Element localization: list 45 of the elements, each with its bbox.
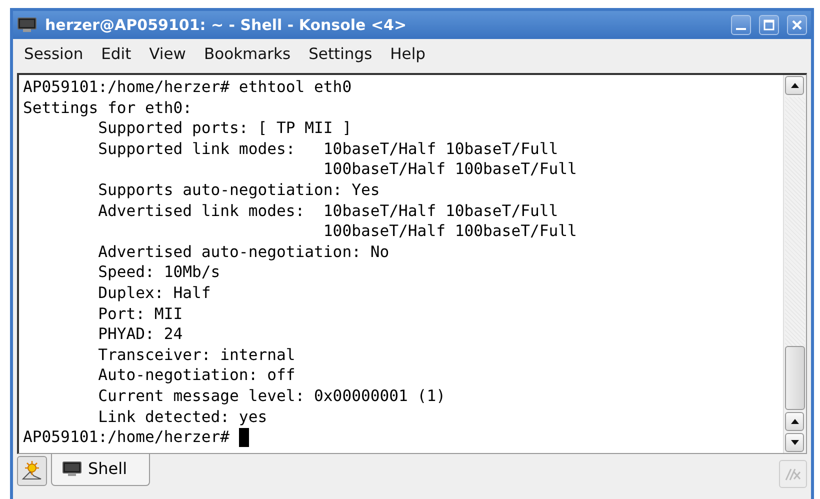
- arrow-down-icon: [790, 440, 798, 445]
- scroll-up-button[interactable]: [785, 76, 804, 95]
- terminal-line: Duplex: Half: [97, 282, 211, 304]
- terminal-icon: [62, 460, 82, 476]
- terminal-line: PHYAD: 24: [97, 324, 183, 345]
- terminal-line: Advertised auto-negotiation: No: [97, 242, 390, 262]
- terminal-line: Supported ports: [ TP MII ]: [97, 118, 352, 139]
- terminal-line: Transceiver: internal: [97, 344, 296, 366]
- arrow-up-icon: [790, 83, 798, 88]
- menu-item[interactable]: Session: [15, 43, 92, 65]
- menu-item[interactable]: Help: [381, 43, 434, 65]
- monitor-icon: [17, 17, 37, 33]
- maximize-button[interactable]: [759, 15, 779, 35]
- close-button[interactable]: [787, 15, 807, 35]
- menu-item[interactable]: Bookmarks: [194, 43, 300, 65]
- menu-item[interactable]: Edit: [92, 43, 140, 65]
- terminal-line: Supports auto-negotiation: Yes: [97, 180, 380, 201]
- close-icon: [791, 19, 803, 31]
- terminal-line: Current message level: 0x00000001 (1): [97, 386, 446, 406]
- terminal-line: 100baseT/Half 100baseT/Full: [322, 221, 577, 242]
- terminal-line: Speed: 10Mb/s: [97, 262, 220, 283]
- scroll-up-button[interactable]: [785, 412, 804, 431]
- scrollbar-thumb[interactable]: [785, 346, 805, 410]
- terminal-line: Port: MII: [97, 304, 183, 324]
- close-session-icon: [784, 466, 802, 482]
- window-title: herzer@AP059101: ~ - Shell - Konsole <4>: [45, 16, 408, 34]
- terminal-line: Advertised link modes: 10baseT/Half 10baseT/Full: [97, 200, 558, 222]
- minimize-button[interactable]: [731, 15, 751, 35]
- terminal-line: Supported link modes: 10baseT/Half 10baseT/Full: [97, 138, 558, 160]
- minimize-icon: [736, 28, 746, 30]
- maximize-icon: [763, 19, 775, 31]
- arrow-up-icon: [790, 419, 798, 424]
- terminal-prompt: AP059101:/home/herzer#: [23, 427, 231, 448]
- terminal-line: 100baseT/Half 100baseT/Full: [322, 159, 577, 180]
- terminal-line: Link detected: yes: [97, 406, 268, 428]
- sun-landscape-icon: [21, 460, 43, 482]
- new-session-button[interactable]: [17, 456, 47, 486]
- session-tab[interactable]: Shell: [51, 454, 150, 486]
- menu-item[interactable]: View: [140, 43, 195, 65]
- text-cursor: [238, 428, 249, 447]
- terminal-line: AP059101:/home/herzer# ethtool eth0: [23, 77, 352, 98]
- scroll-down-button[interactable]: [785, 433, 804, 452]
- terminal-line: Auto-negotiation: off: [97, 365, 296, 386]
- menu-item[interactable]: Settings: [300, 43, 382, 65]
- terminal-line: Settings for eth0:: [23, 98, 192, 118]
